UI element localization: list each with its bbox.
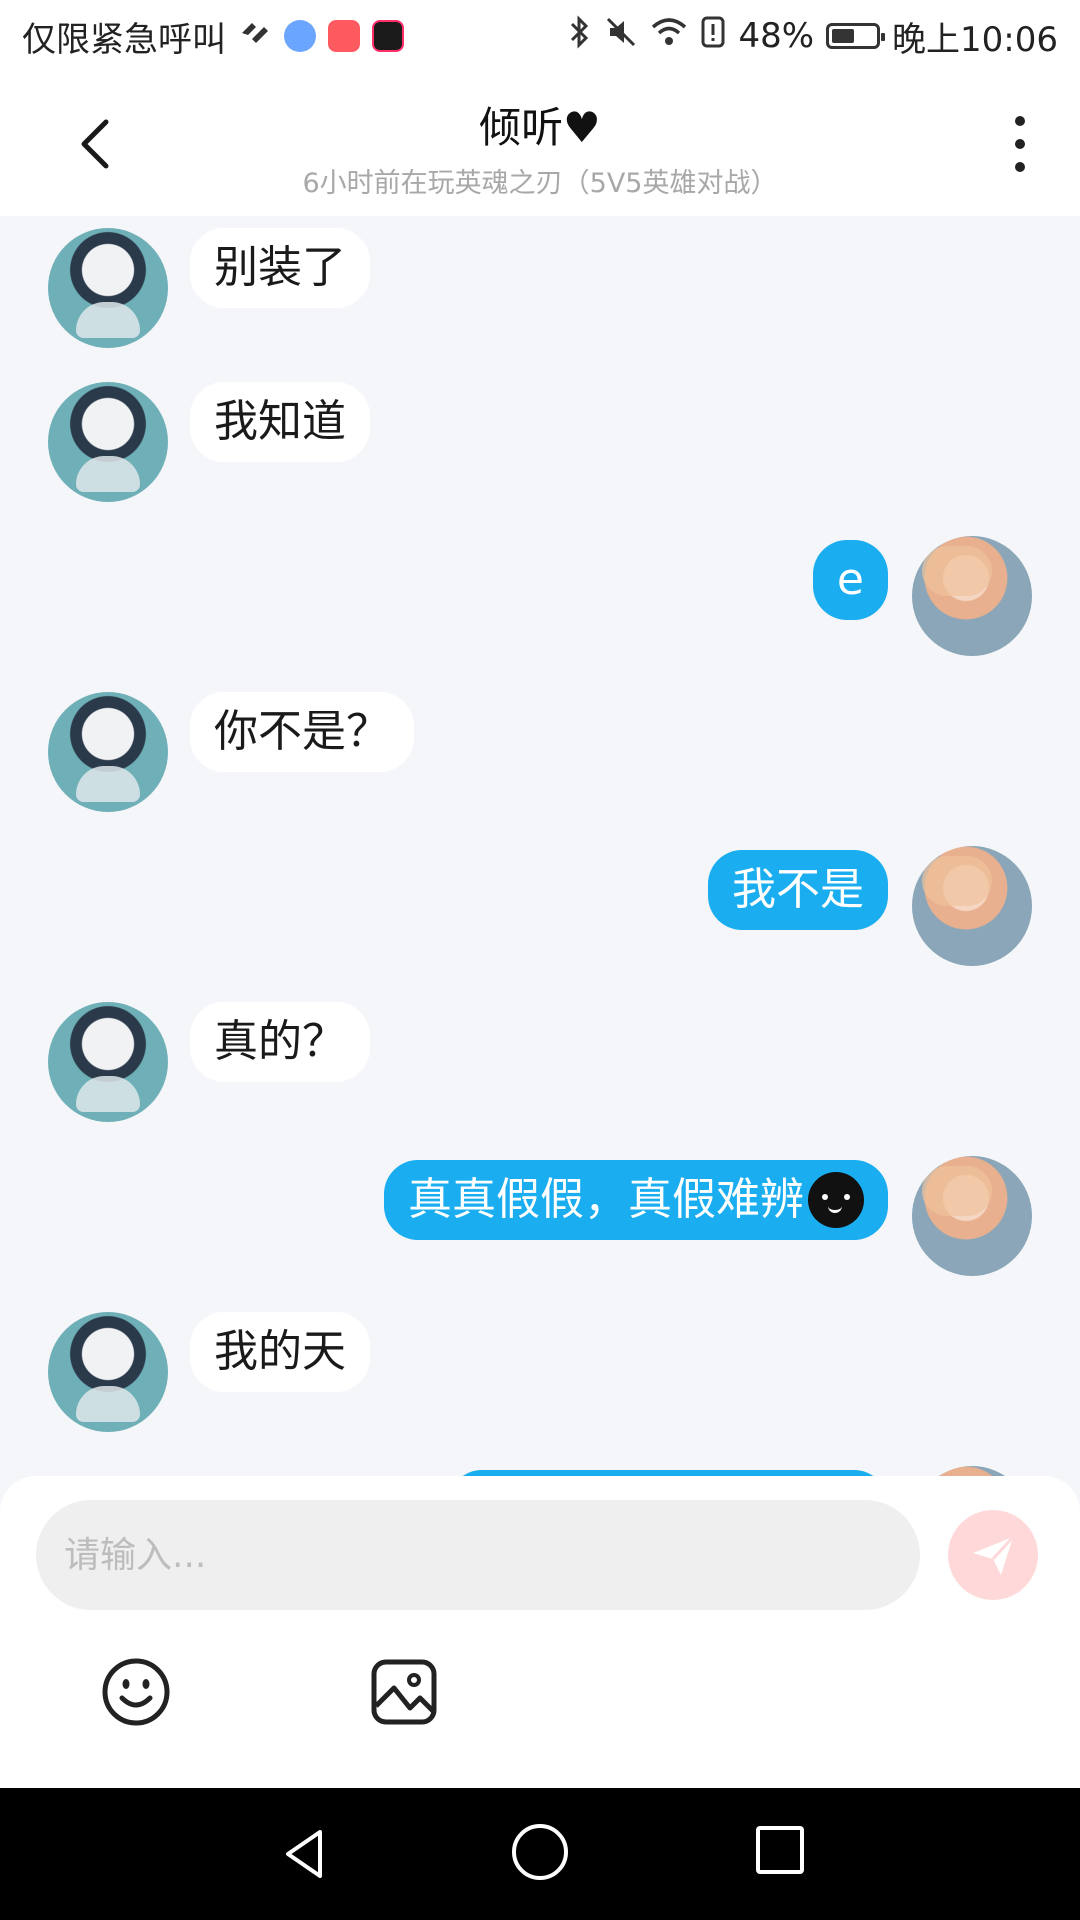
- avatar-contact[interactable]: [48, 382, 168, 502]
- system-nav-bar: [0, 1788, 1080, 1920]
- paper-plane-icon: [973, 1535, 1015, 1575]
- message-text: 真真假假，真假难辨: [408, 1174, 804, 1225]
- heart-pair-icon: [238, 16, 272, 56]
- chat-header: 倾听♥ 6小时前在玩英魂之刃（5V5英雄对战）: [0, 72, 1080, 216]
- message-incoming: 别装了: [48, 228, 370, 348]
- nav-home-button[interactable]: [512, 1824, 568, 1880]
- music-app-icon: [284, 20, 316, 52]
- message-incoming: 我的天: [48, 1312, 370, 1432]
- message-bubble[interactable]: 我不是: [708, 850, 888, 930]
- alert-icon: [700, 15, 726, 58]
- status-time: 晚上10:06: [892, 19, 1058, 60]
- avatar-self[interactable]: [912, 536, 1032, 656]
- dot-icon: [1015, 116, 1025, 126]
- battery-icon: [826, 23, 886, 49]
- message-bubble[interactable]: 我的天: [190, 1312, 370, 1392]
- message-outgoing-partial: [448, 1466, 1032, 1476]
- carrier-text: 仅限紧急呼叫: [22, 19, 226, 60]
- avatar-self[interactable]: [912, 846, 1032, 966]
- composer-panel: [0, 1476, 1080, 1788]
- message-incoming: 真的？: [48, 1002, 370, 1122]
- status-bar: 仅限紧急呼叫 48% 晚上10:06: [0, 0, 1080, 72]
- message-outgoing: e: [812, 536, 1032, 656]
- message-bubble[interactable]: 真的？: [190, 1002, 370, 1082]
- status-left: 仅限紧急呼叫: [22, 12, 404, 61]
- message-outgoing: 我不是: [708, 846, 1032, 966]
- battery-percent: 48%: [738, 16, 815, 56]
- dot-icon: [1015, 162, 1025, 172]
- image-button[interactable]: [368, 1656, 440, 1728]
- message-input[interactable]: [36, 1500, 920, 1610]
- message-bubble[interactable]: e: [812, 540, 888, 620]
- image-icon: [371, 1659, 437, 1725]
- message-bubble[interactable]: 真真假假，真假难辨: [384, 1160, 888, 1240]
- smirk-face-icon: [808, 1172, 864, 1228]
- message-bubble[interactable]: 我知道: [190, 382, 370, 462]
- message-incoming: 我知道: [48, 382, 370, 502]
- dot-icon: [1015, 139, 1025, 149]
- bluetooth-icon: [568, 14, 592, 58]
- mute-icon: [604, 15, 638, 58]
- kuaishou-app-icon: [328, 20, 360, 52]
- page-title: 倾听♥: [479, 103, 601, 152]
- avatar-self[interactable]: [912, 1156, 1032, 1276]
- douyin-app-icon: [372, 20, 404, 52]
- message-outgoing: 真真假假，真假难辨: [384, 1156, 1032, 1276]
- more-options-button[interactable]: [1012, 116, 1028, 172]
- status-right: 48% 晚上10:06: [568, 12, 1058, 61]
- header-title-block: 倾听♥ 6小时前在玩英魂之刃（5V5英雄对战）: [0, 94, 1080, 200]
- smiley-icon: [102, 1658, 170, 1726]
- wifi-icon: [650, 16, 688, 57]
- triangle-back-icon: [286, 1830, 322, 1878]
- send-button[interactable]: [948, 1510, 1038, 1600]
- nav-back-button[interactable]: [276, 1824, 336, 1884]
- message-incoming: 你不是？: [48, 692, 414, 812]
- avatar-contact[interactable]: [48, 228, 168, 348]
- emoji-button[interactable]: [100, 1656, 172, 1728]
- message-list[interactable]: 别装了 我知道 e 你不是？ 我不是 真的？ 真真假假，真假难辨 我的天: [0, 216, 1080, 1476]
- message-bubble[interactable]: 别装了: [190, 228, 370, 308]
- status-subtitle: 6小时前在玩英魂之刃（5V5英雄对战）: [302, 168, 778, 199]
- avatar-self[interactable]: [912, 1466, 1032, 1476]
- nav-recent-apps-button[interactable]: [756, 1826, 804, 1874]
- avatar-contact[interactable]: [48, 1002, 168, 1122]
- message-bubble[interactable]: 你不是？: [190, 692, 414, 772]
- avatar-contact[interactable]: [48, 692, 168, 812]
- avatar-contact[interactable]: [48, 1312, 168, 1432]
